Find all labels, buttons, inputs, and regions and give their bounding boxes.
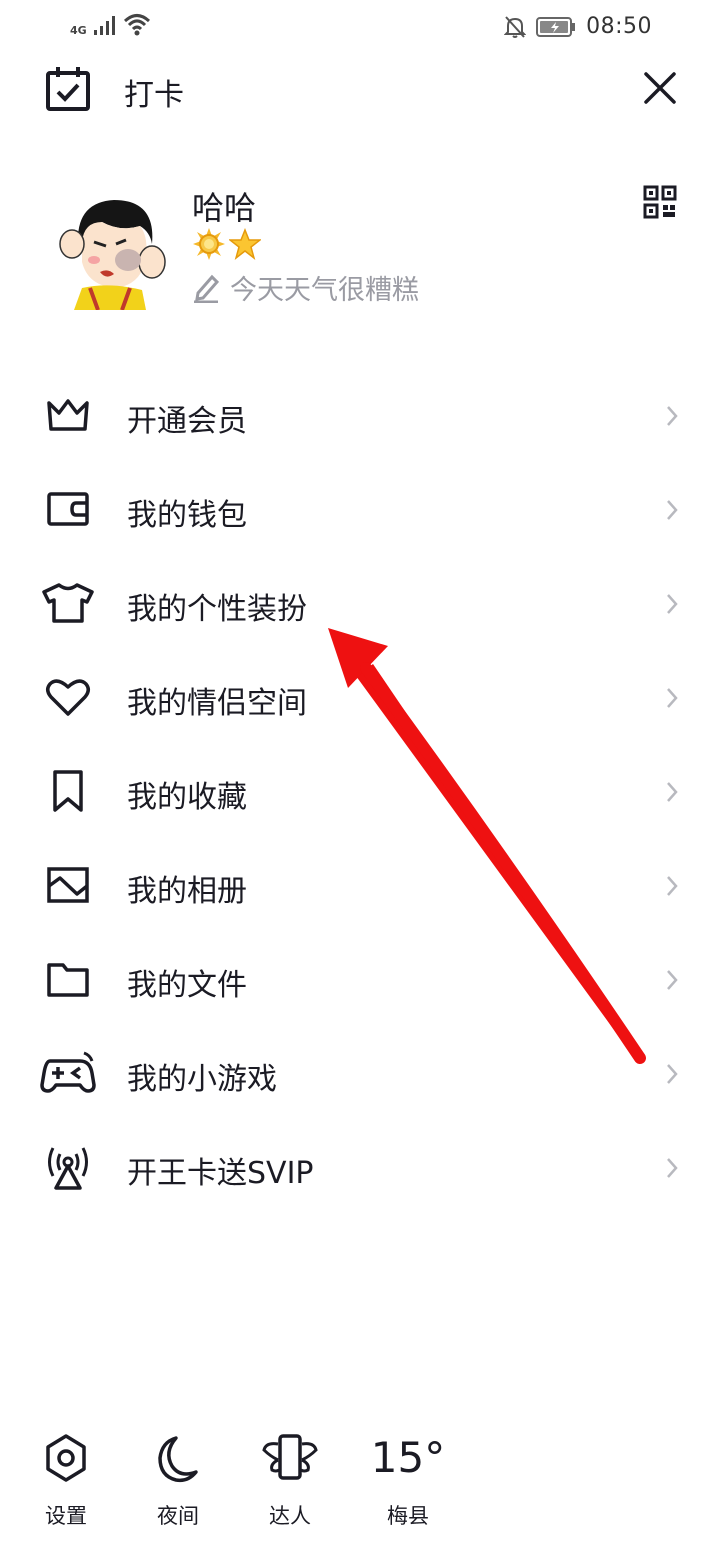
chevron-right-icon bbox=[667, 500, 678, 520]
menu-item-album[interactable]: 我的相册 bbox=[0, 838, 720, 932]
moon-icon bbox=[158, 1436, 198, 1483]
menu-item-label: 我的收藏 bbox=[127, 780, 247, 815]
menu-list: 开通会员 我的钱包 我的个性装扮 我的情侣空间 我的收藏 我的相册 我的文件 我… bbox=[0, 368, 720, 1214]
chevron-right-icon bbox=[667, 876, 678, 896]
gamepad-icon bbox=[40, 1049, 96, 1097]
signal-tower-icon bbox=[40, 1143, 96, 1191]
level-badges[interactable] bbox=[193, 228, 261, 260]
phone-wings-icon bbox=[262, 1434, 318, 1480]
menu-item-couple-space[interactable]: 我的情侣空间 bbox=[0, 650, 720, 744]
chevron-right-icon bbox=[667, 594, 678, 614]
wallet-icon bbox=[40, 485, 96, 533]
settings-label: 设置 bbox=[45, 1504, 87, 1528]
menu-item-wallet[interactable]: 我的钱包 bbox=[0, 462, 720, 556]
close-icon[interactable] bbox=[640, 68, 680, 108]
menu-item-label: 我的个性装扮 bbox=[127, 592, 307, 627]
signature[interactable]: 今天天气很糟糕 bbox=[192, 268, 419, 307]
menu-item-label: 开王卡送SVIP bbox=[127, 1156, 314, 1191]
city-label: 梅县 bbox=[387, 1504, 429, 1528]
menu-item-king-card-svip[interactable]: 开王卡送SVIP bbox=[0, 1120, 720, 1214]
menu-item-vip[interactable]: 开通会员 bbox=[0, 368, 720, 462]
avatar[interactable] bbox=[50, 192, 168, 311]
bookmark-icon bbox=[40, 767, 96, 815]
menu-item-decoration[interactable]: 我的个性装扮 bbox=[0, 556, 720, 650]
battery-icon bbox=[536, 16, 576, 37]
crown-icon bbox=[40, 391, 96, 439]
signature-text: 今天天气很糟糕 bbox=[230, 275, 419, 306]
username[interactable]: 哈哈 bbox=[192, 183, 256, 229]
chevron-right-icon bbox=[667, 1158, 678, 1178]
menu-item-label: 我的情侣空间 bbox=[127, 686, 307, 721]
chevron-right-icon bbox=[667, 406, 678, 426]
menu-item-label: 开通会员 bbox=[127, 404, 247, 439]
edit-pencil-icon bbox=[194, 274, 220, 303]
clock: 08:50 bbox=[586, 14, 652, 39]
photo-icon bbox=[40, 861, 96, 909]
chevron-right-icon bbox=[667, 688, 678, 708]
bottom-bar: 设置 夜间 达人 15° 梅县 bbox=[0, 1430, 720, 1540]
mute-bell-icon bbox=[504, 15, 527, 38]
star-badge-icon bbox=[229, 228, 261, 260]
weather-widget[interactable]: 15° 梅县 bbox=[368, 1430, 448, 1530]
tshirt-icon bbox=[40, 579, 96, 627]
menu-item-label: 我的相册 bbox=[127, 874, 247, 909]
menu-item-label: 我的文件 bbox=[127, 968, 247, 1003]
settings-button[interactable]: 设置 bbox=[31, 1430, 101, 1530]
settings-hexagon-icon bbox=[46, 1434, 86, 1482]
menu-item-label: 我的小游戏 bbox=[127, 1062, 277, 1097]
checkin-calendar-icon[interactable] bbox=[44, 66, 92, 112]
menu-item-favorites[interactable]: 我的收藏 bbox=[0, 744, 720, 838]
menu-item-files[interactable]: 我的文件 bbox=[0, 932, 720, 1026]
network-type: 4G bbox=[70, 24, 87, 37]
menu-item-label: 我的钱包 bbox=[127, 498, 247, 533]
chevron-right-icon bbox=[667, 782, 678, 802]
chevron-right-icon bbox=[667, 970, 678, 990]
folder-icon bbox=[40, 955, 96, 1003]
expert-label: 达人 bbox=[269, 1504, 311, 1528]
heart-icon bbox=[40, 673, 96, 721]
status-bar: 4G 08:50 bbox=[0, 0, 720, 56]
sun-badge-icon bbox=[193, 228, 225, 260]
temperature: 15° bbox=[370, 1433, 446, 1482]
night-mode-button[interactable]: 夜间 bbox=[143, 1430, 213, 1530]
signal-icon bbox=[93, 16, 115, 35]
status-left: 4G bbox=[70, 12, 151, 36]
menu-item-mini-games[interactable]: 我的小游戏 bbox=[0, 1026, 720, 1120]
status-right: 08:50 bbox=[504, 14, 652, 39]
wifi-icon bbox=[123, 14, 150, 36]
night-label: 夜间 bbox=[157, 1504, 199, 1528]
chevron-right-icon bbox=[667, 1064, 678, 1084]
qr-code-icon[interactable] bbox=[643, 185, 677, 219]
expert-button[interactable]: 达人 bbox=[255, 1430, 325, 1530]
checkin-label[interactable]: 打卡 bbox=[124, 70, 184, 114]
